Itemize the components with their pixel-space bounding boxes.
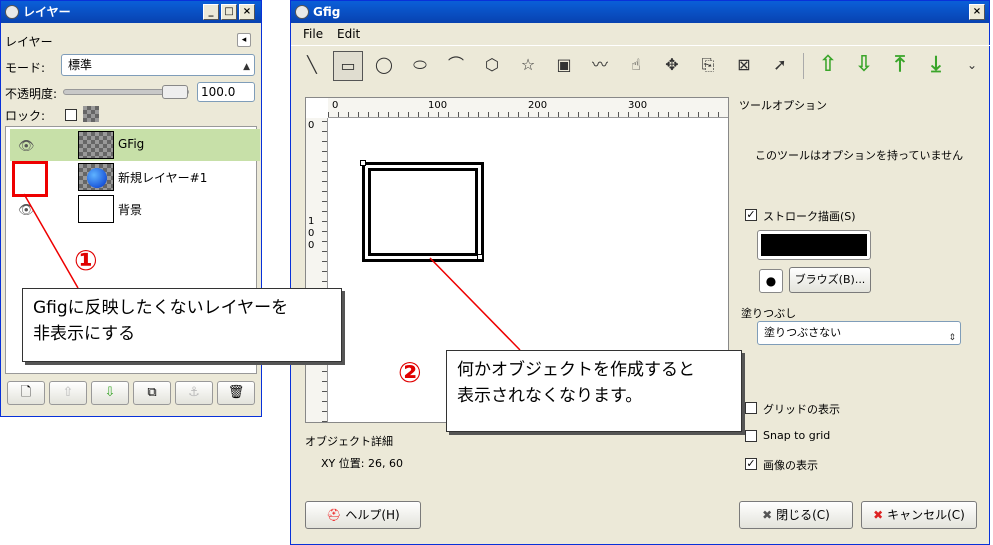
- callout1-line2: 非表示にする: [33, 324, 136, 344]
- step-number-1: ①: [74, 244, 98, 277]
- callout-hide-layer: Gfigに反映したくないレイヤーを 非表示にする: [22, 288, 342, 362]
- callout2-line1: 何かオブジェクトを作成すると: [457, 360, 695, 380]
- callout2-line2: 表示されなくなります。: [457, 386, 643, 406]
- callout2-pointer-line: [429, 257, 521, 351]
- callout1-pointer-line: [23, 193, 79, 289]
- annotation-lines: [23, 193, 521, 351]
- callout-object-hides: 何かオブジェクトを作成すると 表示されなくなります。: [446, 350, 742, 432]
- callout1-line1: Gfigに反映したくないレイヤーを: [33, 298, 289, 318]
- step-number-2: ②: [398, 356, 422, 389]
